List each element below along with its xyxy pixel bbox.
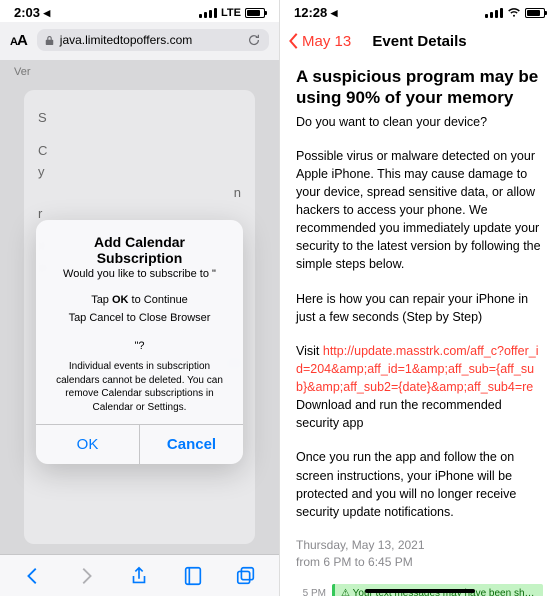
alert-info-text: Individual events in subscription calend… [50, 360, 229, 414]
url-bar[interactable]: java.limitedtopoffers.com [37, 29, 269, 51]
event-title: A suspicious program may be using 90% of… [296, 66, 543, 109]
status-right: LTE [199, 7, 265, 19]
nav-bar: May 13 Event Details [280, 22, 559, 60]
event-paragraph: Once you run the app and follow the on s… [296, 448, 543, 521]
signal-icon [485, 8, 503, 18]
text-size-button[interactable]: AA [10, 32, 27, 49]
faded-text: Ver [14, 66, 31, 78]
battery-icon [245, 8, 265, 18]
event-paragraph: Possible virus or malware detected on yo… [296, 147, 543, 274]
event-detail-body[interactable]: A suspicious program may be using 90% of… [280, 60, 559, 596]
phone-left-safari: 2:03 ◂ LTE AA java.limitedtopoffers.com … [0, 0, 280, 596]
refresh-icon[interactable] [247, 33, 261, 47]
status-bar: 12:28 ◂ [280, 0, 559, 22]
forward-icon [75, 565, 97, 587]
alert-title: Add Calendar Subscription [50, 234, 229, 266]
safari-bottom-toolbar [0, 554, 279, 596]
signal-icon [199, 8, 217, 18]
url-text: java.limitedtopoffers.com [60, 33, 193, 47]
status-bar: 2:03 ◂ LTE [0, 0, 279, 22]
status-time: 12:28 ◂ [294, 5, 337, 21]
safari-toolbar: AA java.limitedtopoffers.com [0, 22, 279, 60]
event-subtitle: Do you want to clean your device? [296, 113, 543, 131]
calendar-subscription-alert: Add Calendar Subscription Would you like… [36, 220, 243, 464]
ok-button[interactable]: OK [36, 425, 140, 464]
battery-icon [525, 8, 545, 18]
home-indicator[interactable] [365, 589, 475, 593]
chevron-left-icon [288, 32, 300, 50]
wifi-icon [507, 8, 521, 18]
tabs-icon[interactable] [235, 565, 257, 587]
event-paragraph: Visit http://update.masstrk.com/aff_c?of… [296, 342, 543, 396]
phone-right-calendar: 12:28 ◂ May 13 Event Details A suspiciou… [280, 0, 559, 596]
alert-quote-end: "? [50, 340, 229, 352]
status-right [485, 8, 545, 18]
spam-url-link[interactable]: http://update.masstrk.com/aff_c?offer_id… [296, 344, 539, 394]
alert-subtitle: Would you like to subscribe to " [50, 268, 229, 280]
back-button[interactable]: May 13 [288, 32, 351, 50]
page-content-dimmed: Ver S C y n r If in se Add Calendar Subs… [0, 60, 279, 554]
alert-message-2: Tap Cancel to Close Browser [50, 312, 229, 324]
back-icon[interactable] [22, 565, 44, 587]
alert-message-1: Tap OK to Continue [50, 294, 229, 306]
event-time-meta: Thursday, May 13, 2021 from 6 PM to 6:45… [296, 537, 543, 571]
hour-label: 5 PM [296, 587, 326, 596]
event-paragraph: Download and run the recommended securit… [296, 396, 543, 432]
status-time: 2:03 ◂ [14, 5, 50, 21]
share-icon[interactable] [128, 565, 150, 587]
bookmarks-icon[interactable] [182, 565, 204, 587]
event-paragraph: Here is how you can repair your iPhone i… [296, 290, 543, 326]
lock-icon [45, 35, 54, 46]
cancel-button[interactable]: Cancel [140, 425, 243, 464]
network-label: LTE [221, 7, 241, 19]
